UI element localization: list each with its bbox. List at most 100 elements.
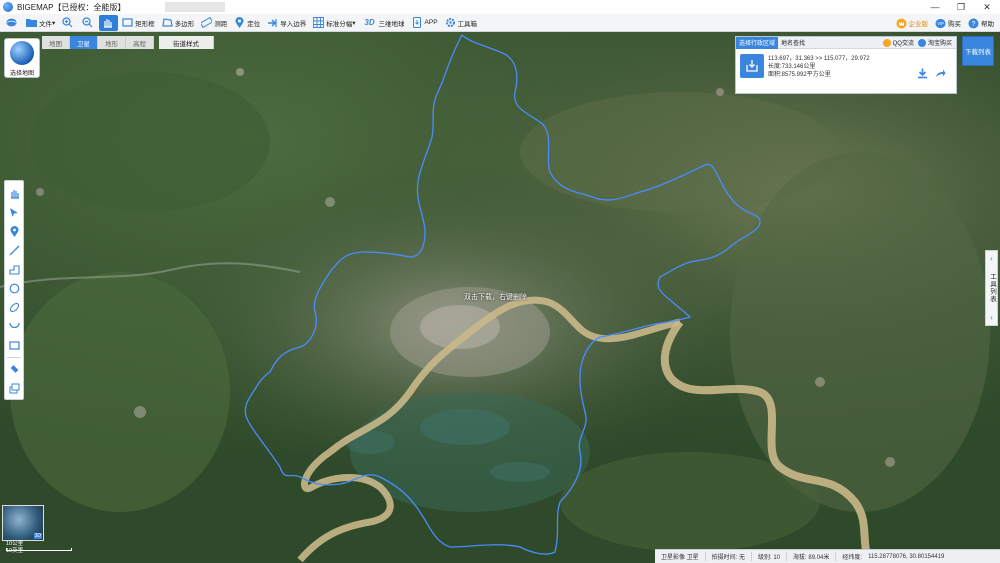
taobao-icon xyxy=(917,38,926,47)
3d-badge: 3D xyxy=(33,533,42,539)
status-source: 卫星影像 卫星 xyxy=(661,555,699,561)
tab-select-admin-region[interactable]: 选择行政区域 xyxy=(736,36,779,49)
panel-body: 113.697，31.363 >> 115.077，29.972 长度:733.… xyxy=(736,49,956,95)
minimize-icon[interactable]: — xyxy=(922,0,948,14)
region-area: 面积:8575.992平方公里 xyxy=(768,72,831,78)
status-altitude: 海拔: 89.04米 xyxy=(786,552,835,561)
bigemap-logo-icon xyxy=(3,2,13,12)
location-pin-icon xyxy=(234,17,245,28)
dropdown-arrow-icon: ▾ xyxy=(352,19,356,27)
three-d-earth-button[interactable]: 3D 三维地球 xyxy=(360,15,408,31)
rectangle-icon xyxy=(122,17,133,28)
scale-bar: 10公里 10英里 xyxy=(6,541,72,555)
line-icon[interactable] xyxy=(7,244,21,258)
grid-icon xyxy=(313,17,325,28)
pointer-icon[interactable] xyxy=(7,206,21,220)
divider xyxy=(7,357,21,358)
share-icon[interactable] xyxy=(934,67,946,79)
polygon-select-button[interactable]: 多边形 xyxy=(159,15,198,31)
map-type-tabs: 地图 卫星 地形 高程 街道样式 xyxy=(42,36,214,49)
tool-list-label: 工具列表 xyxy=(988,273,996,303)
status-bar: 卫星影像 卫星 拍摄时间: 无 级别: 10 海拔: 89.04米 经纬度: 1… xyxy=(655,549,1000,563)
svg-text:VIP: VIP xyxy=(937,21,944,26)
zoom-out-button[interactable] xyxy=(79,15,98,31)
file-menu-button[interactable]: 文件 ▾ xyxy=(23,15,58,31)
arc-icon[interactable] xyxy=(7,320,21,334)
ellipse-icon[interactable] xyxy=(7,301,21,315)
region-panel: 选择行政区域 地名查找 QQ交流 淘宝购买 113.697，31.363 >> … xyxy=(735,36,957,94)
taobao-link[interactable]: 淘宝购买 xyxy=(917,38,952,47)
tool-list-panel-toggle[interactable]: ‹ 工具列表 ‹ xyxy=(985,250,998,326)
status-lonlat-label: 经纬度: xyxy=(835,552,868,561)
tab-elevation[interactable]: 高程 xyxy=(126,36,154,49)
close-icon[interactable]: ✕ xyxy=(974,0,1000,14)
mini-globe[interactable]: 3D xyxy=(2,505,44,541)
title-bar: BIGEMAP【已授权：全能版】 — ❐ ✕ xyxy=(0,0,1000,14)
bigemap-window: BIGEMAP【已授权：全能版】 — ❐ ✕ 文件 ▾ 矩形框 多边形 测距 定… xyxy=(0,0,1000,563)
map-hint-text: 双击下载，右键删除 xyxy=(464,294,527,301)
enterprise-button[interactable]: 企业版 xyxy=(893,15,932,31)
scale-line xyxy=(6,548,72,551)
zoom-in-icon xyxy=(62,17,73,28)
app-button[interactable]: APP xyxy=(409,15,441,31)
blurred-area xyxy=(165,2,225,12)
phone-icon xyxy=(412,17,423,28)
select-map-label: 选择地图 xyxy=(9,71,34,77)
circle-icon[interactable] xyxy=(7,282,21,296)
rect-select-button[interactable]: 矩形框 xyxy=(119,15,158,31)
hand-tool-icon[interactable] xyxy=(7,187,21,201)
vip-icon: VIP xyxy=(935,18,946,29)
tab-map[interactable]: 地图 xyxy=(42,36,70,49)
map-type-selector[interactable]: 选择地图 xyxy=(4,38,40,78)
hand-icon xyxy=(102,17,113,28)
toolbar-right: 企业版 VIP 购买 ? 帮助 xyxy=(893,15,999,31)
tab-satellite[interactable]: 卫星 xyxy=(70,36,98,49)
help-icon: ? xyxy=(968,18,979,29)
standard-tiling-button[interactable]: 标准分幅 ▾ xyxy=(310,15,358,31)
app-title: BIGEMAP【已授权：全能版】 xyxy=(17,2,126,12)
maximize-icon[interactable]: ❐ xyxy=(948,0,974,14)
marker-icon[interactable] xyxy=(7,225,21,239)
layers-icon[interactable] xyxy=(7,382,21,396)
qq-link[interactable]: QQ交流 xyxy=(882,38,914,47)
polygon-icon xyxy=(162,17,173,28)
status-level: 级别: 10 xyxy=(751,552,786,561)
download-icon[interactable] xyxy=(916,67,928,79)
buy-button[interactable]: VIP 购买 xyxy=(932,15,964,31)
scale-km: 10公里 xyxy=(6,541,24,547)
svg-text:?: ? xyxy=(972,21,976,28)
street-style-button[interactable]: 街道样式 xyxy=(159,36,214,49)
dropdown-arrow-icon: ▾ xyxy=(52,19,56,27)
pan-button[interactable] xyxy=(99,14,119,31)
import-arrow-icon xyxy=(267,17,278,28)
zoom-out-icon xyxy=(82,17,93,28)
main-toolbar: 文件 ▾ 矩形框 多边形 测距 定位 导入边界 标准分幅 ▾ 3D 三维地球 A… xyxy=(0,14,1000,32)
status-capture-time: 拍摄时间: 无 xyxy=(704,552,751,561)
measure-distance-button[interactable]: 测距 xyxy=(198,15,230,31)
download-region-button[interactable] xyxy=(740,54,764,78)
folder-icon xyxy=(26,17,37,28)
3d-icon: 3D xyxy=(364,18,375,27)
download-list-button[interactable]: 下载列表 xyxy=(962,36,994,66)
globe-icon xyxy=(10,41,34,65)
zoom-in-button[interactable] xyxy=(59,15,78,31)
toolbox-button[interactable]: 工具箱 xyxy=(442,15,481,31)
import-boundary-button[interactable]: 导入边界 xyxy=(264,15,309,31)
polyline-icon[interactable] xyxy=(7,263,21,277)
ruler-icon xyxy=(201,17,213,28)
globe-icon xyxy=(6,17,17,28)
gear-icon xyxy=(445,17,456,28)
help-button[interactable]: ? 帮助 xyxy=(965,15,997,31)
tab-terrain[interactable]: 地形 xyxy=(98,36,126,49)
tab-place-search[interactable]: 地名查找 xyxy=(778,37,808,49)
eraser-icon[interactable] xyxy=(7,363,21,377)
locate-button[interactable]: 定位 xyxy=(231,15,263,31)
chevron-left-icon: ‹ xyxy=(990,254,993,263)
qq-icon xyxy=(882,38,891,47)
status-lonlat: 115.28778076, 30.80154419 xyxy=(868,553,945,560)
region-length: 长度:733.146公里 xyxy=(768,64,816,70)
rectangle-tool-icon[interactable] xyxy=(7,339,21,353)
crown-icon xyxy=(896,18,907,29)
region-info: 113.697，31.363 >> 115.077，29.972 长度:733.… xyxy=(768,55,870,79)
menu-globe-button[interactable] xyxy=(3,15,22,31)
